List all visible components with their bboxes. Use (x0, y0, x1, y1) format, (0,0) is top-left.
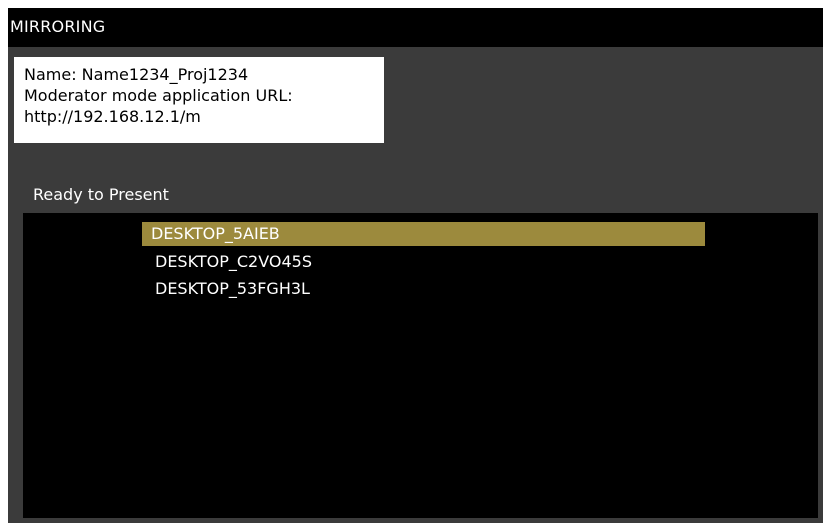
device-list[interactable]: DESKTOP_5AIEB DESKTOP_C2VO45S DESKTOP_53… (23, 213, 818, 518)
device-name-text: Name: Name1234_Proj1234 (24, 65, 249, 84)
device-list-item[interactable]: DESKTOP_C2VO45S (155, 250, 312, 274)
top-strip (0, 0, 823, 8)
window-title: MIRRORING (10, 17, 106, 36)
mirroring-window: MIRRORING Name: Name1234_Proj1234 Modera… (8, 8, 823, 523)
moderator-url-value: http://192.168.12.1/m (24, 107, 201, 126)
mirroring-screen: MIRRORING Name: Name1234_Proj1234 Modera… (0, 0, 823, 523)
device-list-item-selected[interactable]: DESKTOP_5AIEB (142, 222, 705, 246)
title-bar: MIRRORING (8, 8, 823, 47)
device-list-item[interactable]: DESKTOP_53FGH3L (155, 277, 310, 301)
info-panel: Name: Name1234_Proj1234 Moderator mode a… (14, 57, 384, 143)
moderator-url-label: Moderator mode application URL: (24, 86, 293, 105)
status-label: Ready to Present (33, 185, 169, 204)
